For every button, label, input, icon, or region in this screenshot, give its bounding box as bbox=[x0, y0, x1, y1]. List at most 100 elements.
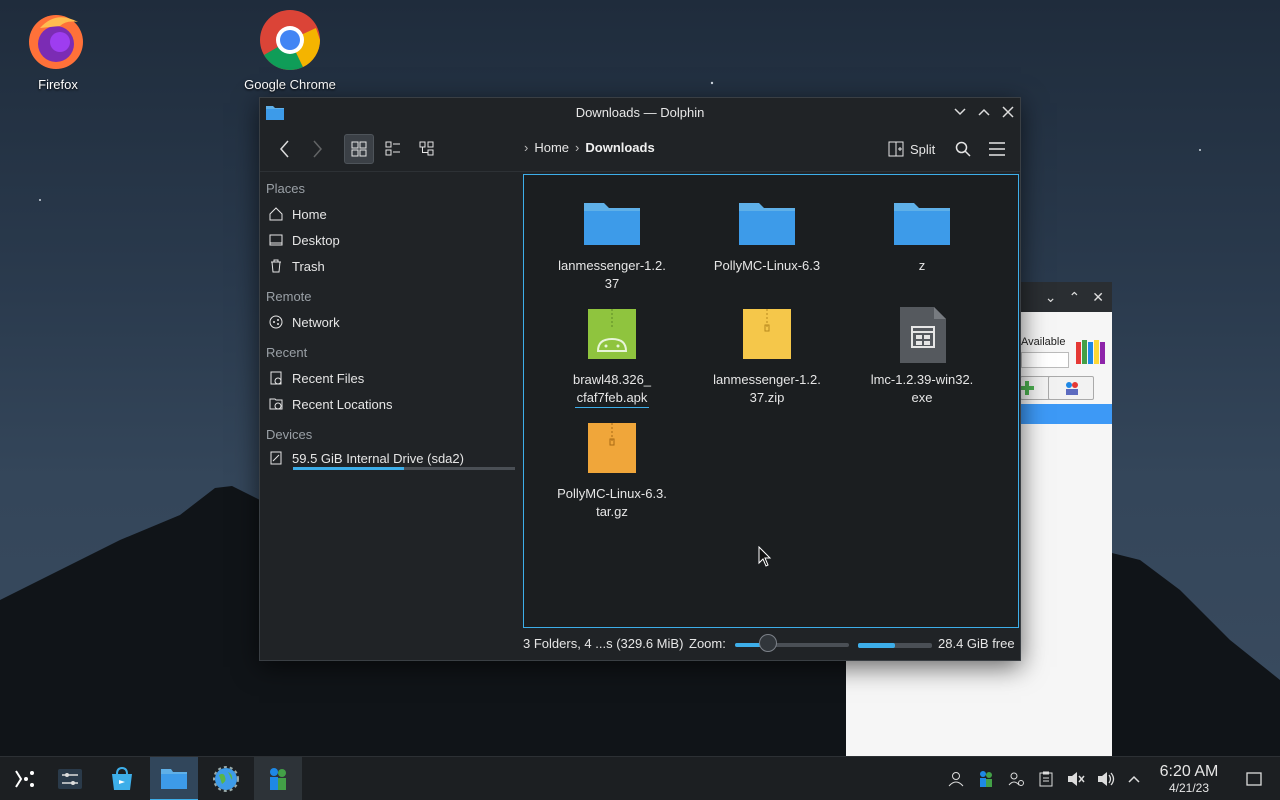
file-name: z bbox=[857, 257, 987, 275]
background-selected-row[interactable] bbox=[1020, 404, 1112, 424]
toolbar: › Home › Downloads Split bbox=[260, 126, 1020, 172]
free-space-label: 28.4 GiB free bbox=[938, 636, 1015, 651]
maximize-icon[interactable]: ⌃ bbox=[1069, 289, 1081, 306]
sidebar-item-internal-drive[interactable]: 59.5 GiB Internal Drive (sda2) bbox=[268, 447, 464, 469]
application-launcher-button[interactable] bbox=[0, 757, 48, 800]
sidebar-item-network[interactable]: Network bbox=[268, 311, 340, 333]
zoom-slider-handle[interactable] bbox=[759, 634, 778, 652]
minimize-icon[interactable]: ⌄ bbox=[1045, 289, 1057, 306]
network-tray-icon[interactable] bbox=[1006, 769, 1026, 789]
home-icon bbox=[269, 207, 283, 221]
show-desktop-icon bbox=[1246, 772, 1262, 786]
background-window-field[interactable] bbox=[1021, 352, 1069, 368]
folder-icon bbox=[161, 769, 187, 789]
users-icon bbox=[1066, 382, 1078, 395]
taskbar: 6:20 AM 4/21/23 bbox=[0, 756, 1280, 800]
file-name: PollyMC-Linux-6.3 bbox=[702, 257, 832, 275]
breadcrumb-downloads[interactable]: Downloads bbox=[585, 140, 654, 155]
chevron-up-icon bbox=[978, 108, 990, 116]
task-system-settings-mixer[interactable] bbox=[46, 757, 94, 800]
folder-icon bbox=[735, 189, 799, 253]
sidebar-item-label: Recent Locations bbox=[292, 396, 393, 412]
zoom-slider[interactable] bbox=[735, 643, 849, 647]
file-name-line: lmc-1.2.39-win32. bbox=[870, 372, 974, 387]
file-item[interactable]: lanmessenger-1.2. 37 bbox=[547, 189, 677, 293]
sidebar-item-recent-files[interactable]: Recent Files bbox=[268, 367, 364, 389]
task-lan-messenger[interactable] bbox=[254, 757, 302, 800]
sidebar-item-trash[interactable]: Trash bbox=[268, 255, 325, 277]
clipboard-tray-icon[interactable] bbox=[1036, 769, 1056, 789]
recent-files-icon bbox=[270, 371, 282, 385]
close-button[interactable] bbox=[996, 104, 1020, 120]
status-summary: 3 Folders, 4 ...s (329.6 MiB) bbox=[523, 636, 684, 651]
sidebar-item-desktop[interactable]: Desktop bbox=[268, 229, 340, 251]
file-item[interactable]: lmc-1.2.39-win32. exe bbox=[857, 303, 987, 407]
search-button[interactable] bbox=[948, 134, 978, 164]
forward-button[interactable] bbox=[302, 134, 332, 164]
icons-view-button[interactable] bbox=[344, 134, 374, 164]
dolphin-window: Downloads — Dolphin › Home › Downloads S… bbox=[259, 97, 1021, 661]
lan-messenger-tray-icon[interactable] bbox=[976, 769, 996, 789]
drive-icon bbox=[270, 451, 282, 465]
compact-view-button[interactable] bbox=[378, 134, 408, 164]
close-icon[interactable]: ✕ bbox=[1092, 289, 1104, 306]
desktop-icon-label: Google Chrome bbox=[244, 77, 336, 92]
file-name: PollyMC-Linux-6.3. tar.gz bbox=[547, 485, 677, 521]
sidebar-item-home[interactable]: Home bbox=[268, 203, 327, 225]
places-panel: Places Home Desktop Trash Remote Network… bbox=[260, 174, 522, 634]
details-view-button[interactable] bbox=[412, 134, 442, 164]
speaker-icon bbox=[1098, 772, 1115, 786]
free-space-bar bbox=[858, 643, 932, 648]
back-arrow-icon bbox=[280, 140, 289, 158]
menu-button[interactable] bbox=[982, 134, 1012, 164]
discover-store-icon bbox=[112, 766, 132, 790]
window-titlebar[interactable]: Downloads — Dolphin bbox=[260, 98, 1020, 126]
add-icon bbox=[1020, 381, 1034, 395]
launcher-icon bbox=[15, 770, 34, 788]
show-hidden-tray-button[interactable] bbox=[1124, 769, 1144, 789]
zoom-label: Zoom: bbox=[689, 636, 726, 651]
back-button[interactable] bbox=[270, 134, 300, 164]
file-name: lanmessenger-1.2. 37.zip bbox=[702, 371, 832, 407]
maximize-button[interactable] bbox=[972, 104, 996, 120]
task-browser[interactable] bbox=[202, 757, 250, 800]
file-name-line: lanmessenger-1.2. bbox=[713, 372, 821, 387]
audio-muted-tray-icon[interactable] bbox=[1066, 769, 1086, 789]
breadcrumb-separator-icon: › bbox=[575, 140, 580, 155]
lan-messenger-icon bbox=[980, 771, 992, 787]
crayons-icon bbox=[1076, 340, 1105, 364]
file-item[interactable]: PollyMC-Linux-6.3. tar.gz bbox=[547, 417, 677, 521]
free-space-fill bbox=[858, 643, 895, 648]
sidebar-item-label: Desktop bbox=[292, 232, 340, 248]
chrome-icon bbox=[260, 10, 320, 70]
network-icon bbox=[269, 315, 283, 329]
file-item[interactable]: PollyMC-Linux-6.3 bbox=[702, 189, 832, 275]
file-item[interactable]: z bbox=[857, 189, 987, 275]
volume-tray-icon[interactable] bbox=[1096, 769, 1116, 789]
file-item[interactable]: lanmessenger-1.2. 37.zip bbox=[702, 303, 832, 407]
available-label: Available bbox=[1021, 336, 1066, 348]
minimize-button[interactable] bbox=[948, 104, 972, 120]
desktop-icon-firefox[interactable]: Firefox bbox=[3, 8, 113, 92]
file-name: brawl48.326_ cfaf7feb.apk bbox=[547, 371, 677, 408]
background-action-button[interactable] bbox=[1048, 376, 1094, 400]
file-item[interactable]: brawl48.326_ cfaf7feb.apk bbox=[547, 303, 677, 408]
breadcrumb-home[interactable]: Home bbox=[534, 140, 569, 155]
breadcrumb-separator-icon: › bbox=[524, 140, 529, 155]
split-button[interactable]: Split bbox=[884, 134, 939, 164]
user-tray-icon[interactable] bbox=[946, 769, 966, 789]
desktop-icon-chrome[interactable]: Google Chrome bbox=[235, 8, 345, 92]
clipboard-icon bbox=[1039, 771, 1053, 787]
network-user-icon bbox=[1008, 772, 1024, 786]
task-discover[interactable] bbox=[98, 757, 146, 800]
clock-date: 4/21/23 bbox=[1168, 781, 1210, 795]
task-dolphin[interactable] bbox=[150, 757, 198, 800]
show-desktop-button[interactable] bbox=[1244, 769, 1264, 789]
compact-view-icon bbox=[385, 141, 400, 156]
hamburger-menu-icon bbox=[989, 142, 1005, 156]
sidebar-item-recent-locations[interactable]: Recent Locations bbox=[268, 393, 392, 415]
drive-usage-bar bbox=[293, 467, 515, 470]
digital-clock[interactable]: 6:20 AM 4/21/23 bbox=[1152, 763, 1226, 795]
windows-executable-icon bbox=[890, 303, 954, 367]
places-header: Places bbox=[266, 181, 306, 196]
